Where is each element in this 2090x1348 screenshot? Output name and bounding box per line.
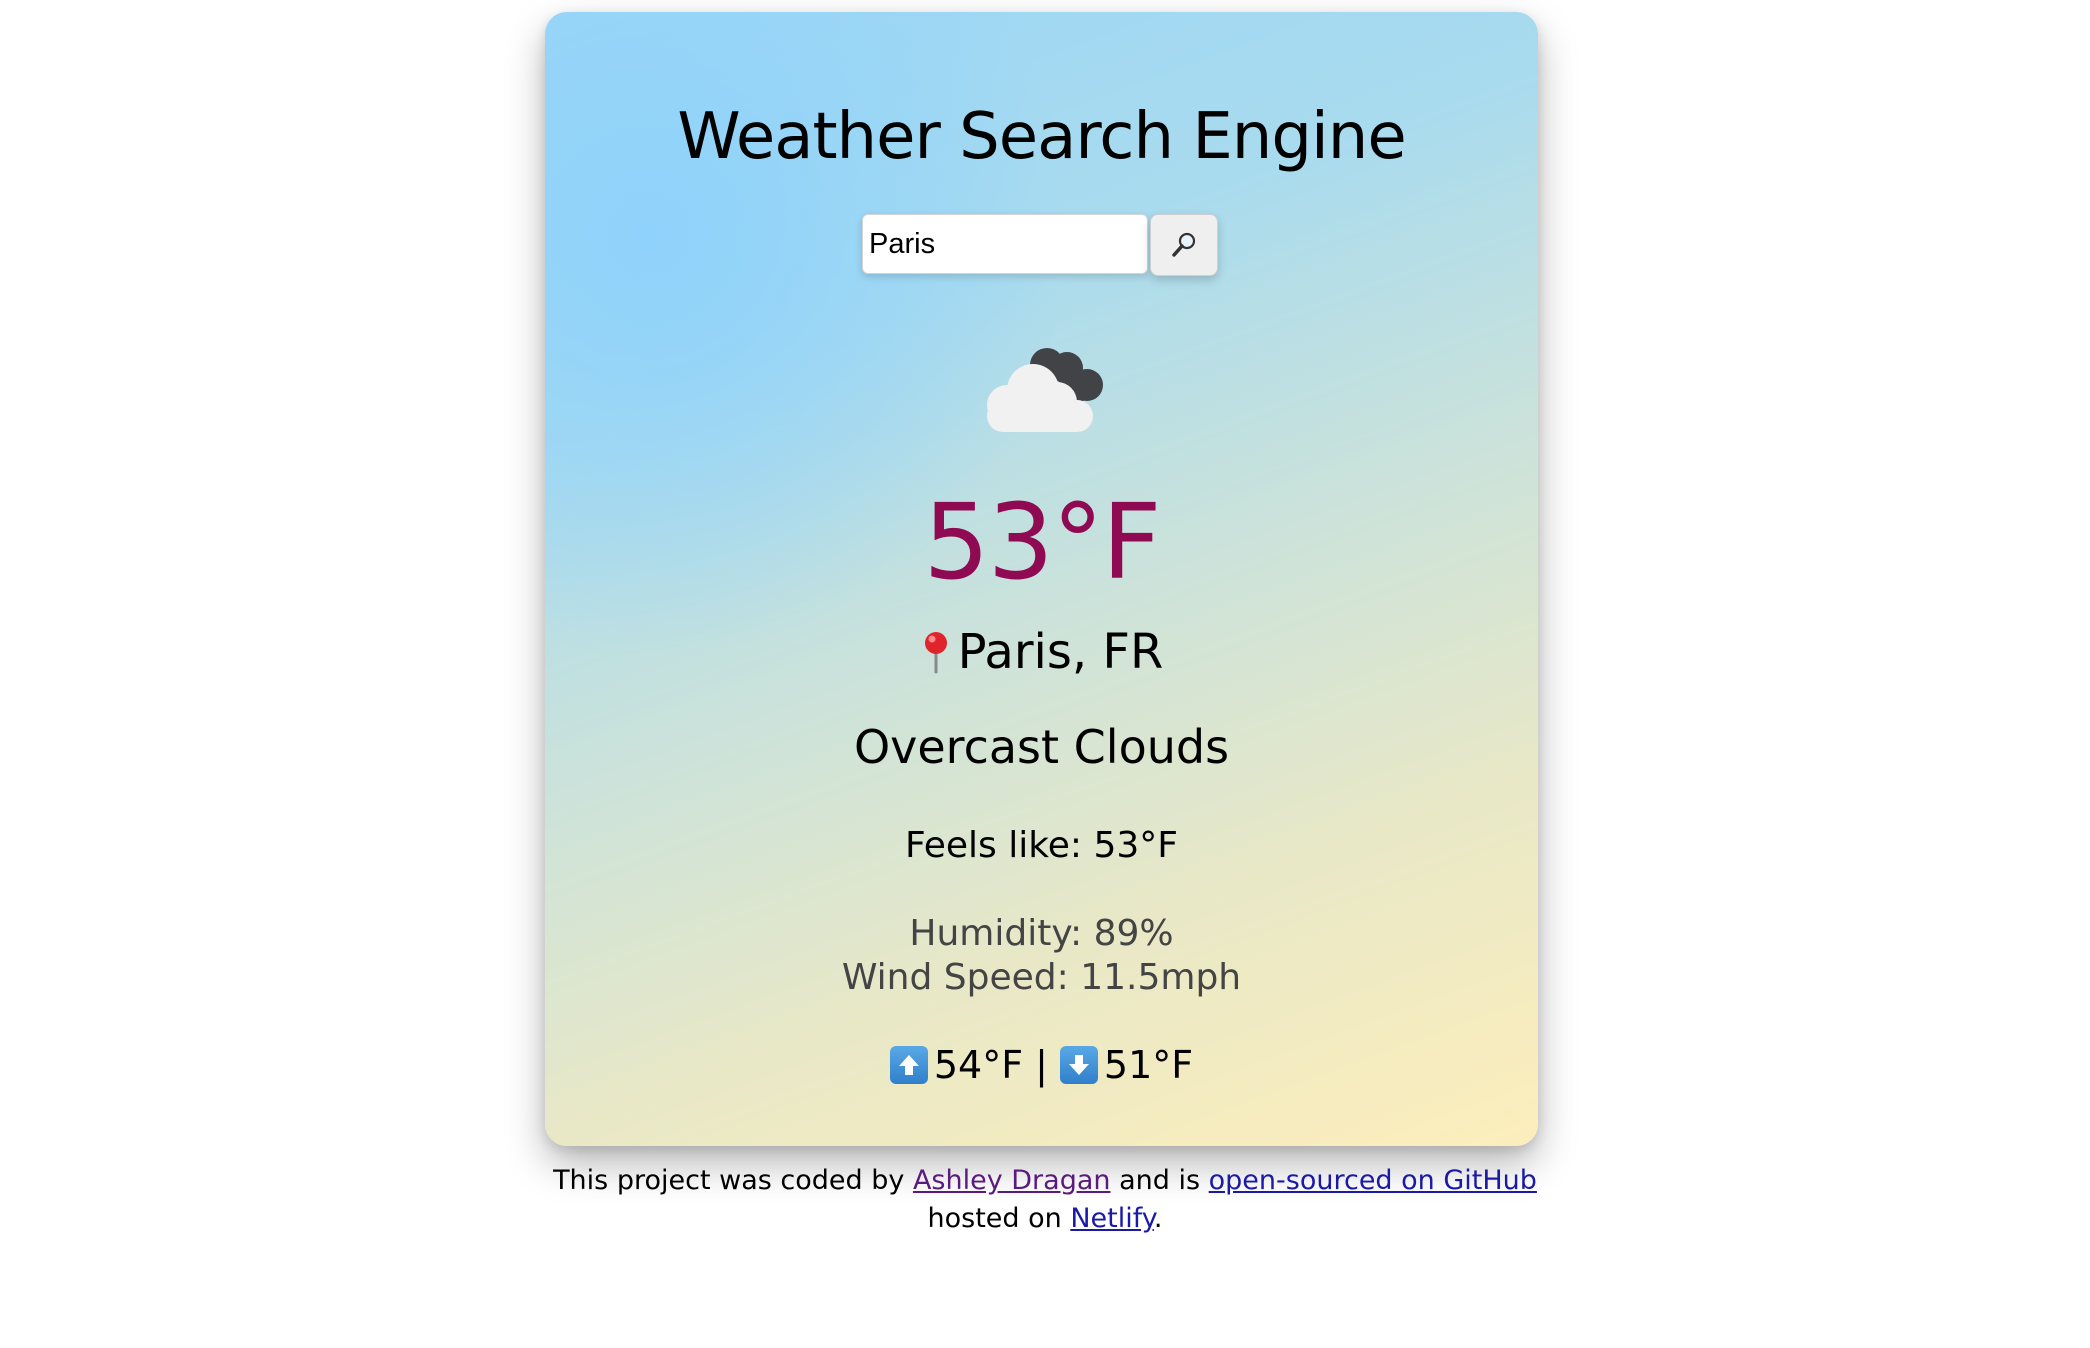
high-temperature: 54°F	[933, 1043, 1024, 1087]
search-form	[862, 214, 1218, 276]
author-link[interactable]: Ashley Dragan	[913, 1165, 1111, 1196]
high-low-row: 54°F | 51°F	[545, 1046, 1538, 1084]
feels-like: Feels like: 53°F	[904, 825, 1179, 866]
footer-line-1: This project was coded by Ashley Dragan …	[0, 1162, 2090, 1200]
footer-line-2: hosted on Netlify.	[0, 1200, 2090, 1238]
down-arrow-icon	[1059, 1046, 1098, 1084]
search-button[interactable]	[1150, 214, 1218, 276]
page: Weather Search Engine Paris 53°F Paris, …	[0, 0, 2090, 1348]
netlify-link[interactable]: Netlify	[1070, 1203, 1154, 1234]
footer: This project was coded by Ashley Dragan …	[0, 1162, 2090, 1238]
location-name: Paris, FR	[957, 624, 1164, 680]
up-arrow-icon	[889, 1046, 928, 1084]
map-pin-icon	[924, 632, 947, 674]
magnifying-glass-icon	[1172, 232, 1196, 257]
location-row: Paris, FR	[545, 628, 1538, 676]
footer-text-and-is: and is	[1119, 1165, 1201, 1196]
github-link[interactable]: open-sourced on GitHub	[1209, 1165, 1537, 1196]
footer-period: .	[1153, 1203, 1163, 1234]
app-title: Weather Search Engine	[677, 100, 1406, 174]
city-search-input[interactable]	[862, 214, 1148, 274]
footer-text-coded-by: This project was coded by	[553, 1165, 905, 1196]
weather-card: Weather Search Engine Paris 53°F Paris, …	[545, 12, 1538, 1146]
current-temperature: 53°F	[923, 481, 1161, 603]
high-low-separator: |	[1035, 1043, 1048, 1087]
wind-speed: Wind Speed: 11.5mph	[841, 957, 1242, 998]
overcast-clouds-icon	[987, 348, 1103, 432]
low-temperature: 51°F	[1103, 1043, 1194, 1087]
weather-description: Overcast Clouds	[853, 720, 1230, 774]
humidity: Humidity: 89%	[909, 913, 1174, 954]
footer-text-hosted-on: hosted on	[927, 1203, 1062, 1234]
